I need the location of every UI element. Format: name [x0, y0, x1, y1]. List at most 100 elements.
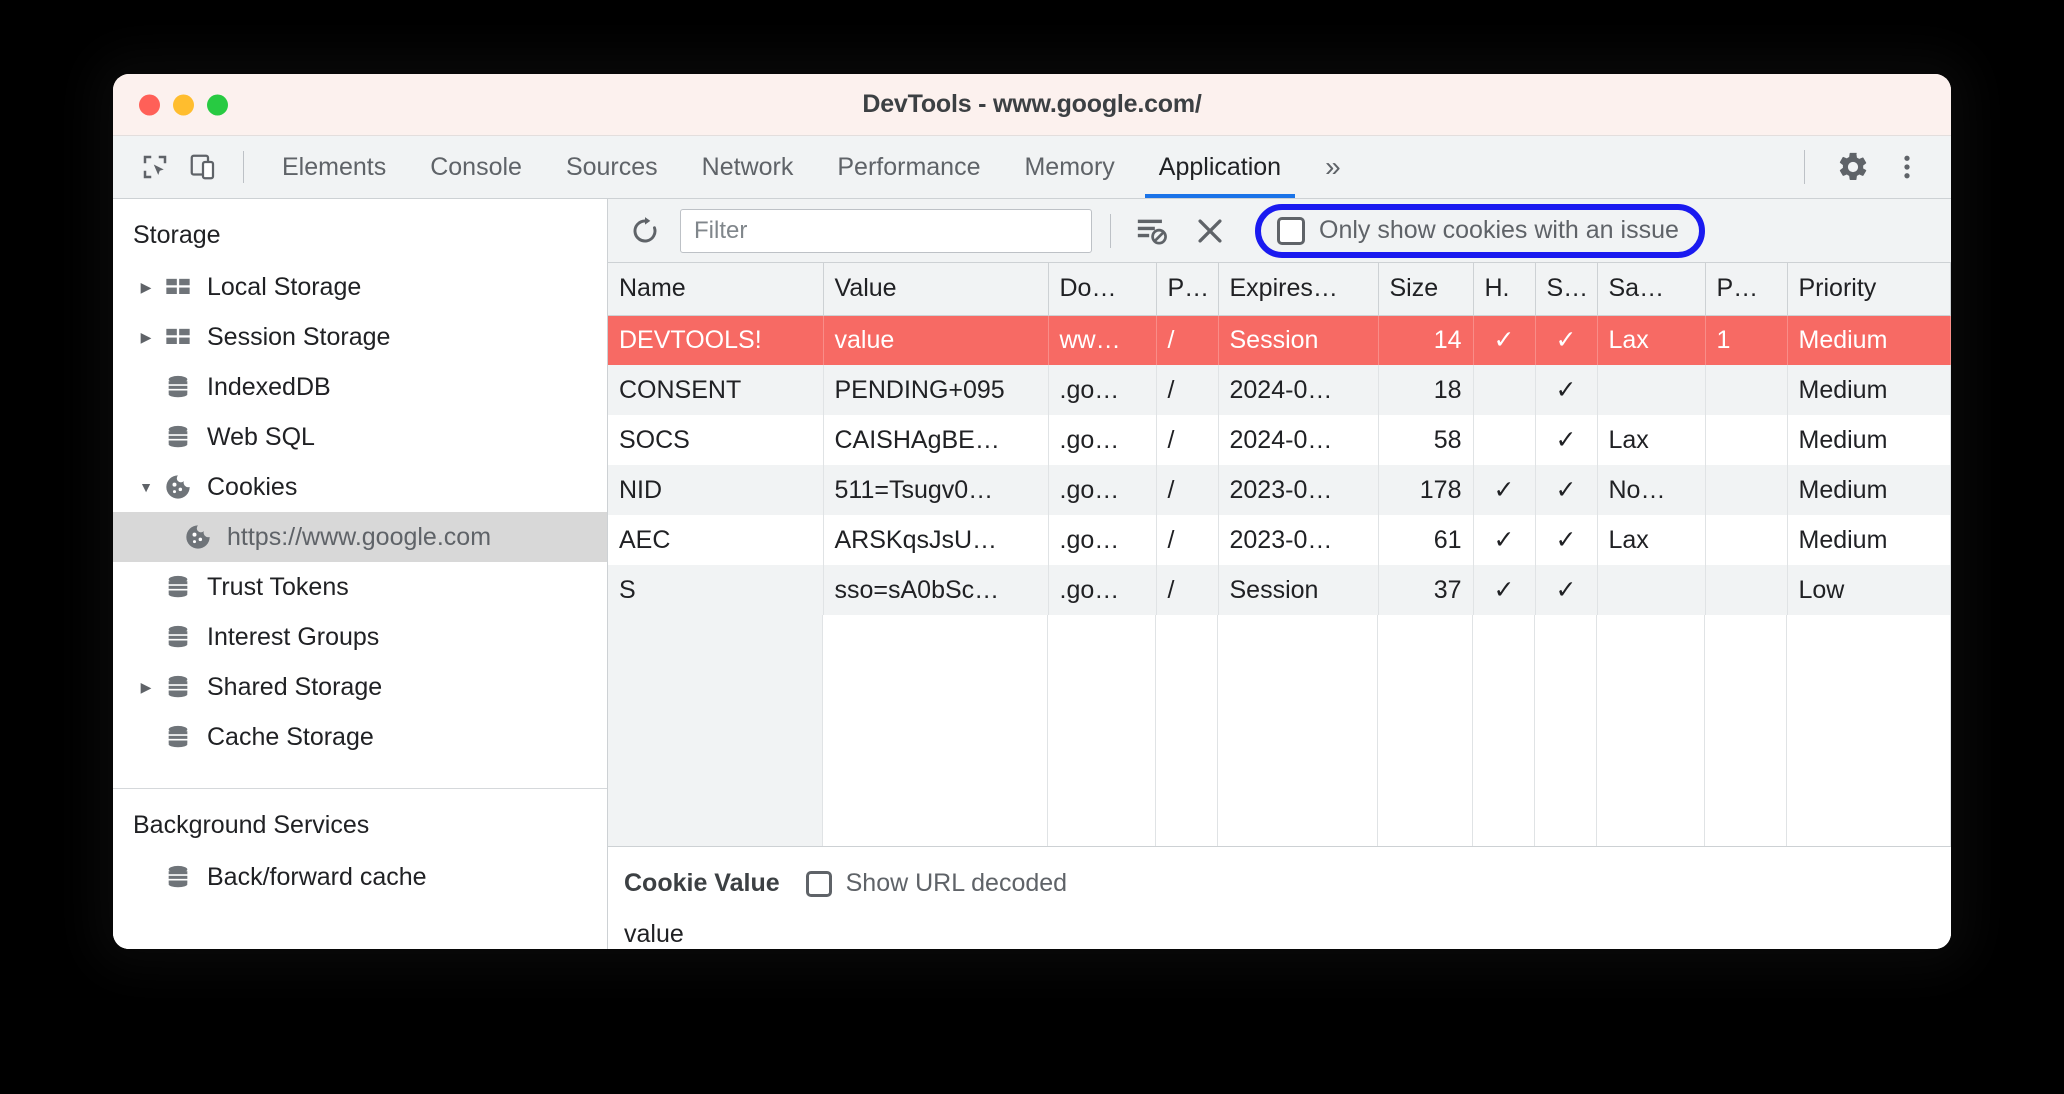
- cell-domain: .go…: [1048, 515, 1157, 565]
- tab-application[interactable]: Application: [1137, 136, 1303, 198]
- table-row[interactable]: SOCS CAISHAgBE… .go… / 2024-0… 58 ✓ Lax: [608, 415, 1951, 465]
- cell-samesite: No…: [1597, 465, 1706, 515]
- inspect-element-button[interactable]: [131, 145, 179, 189]
- cell-name: AEC: [608, 515, 824, 565]
- tab-sources[interactable]: Sources: [544, 136, 680, 198]
- sidebar-item-local-storage[interactable]: ▶ Local Storage: [113, 262, 607, 312]
- gear-icon: [1839, 152, 1867, 181]
- sidebar-item-trust-tokens[interactable]: Trust Tokens: [113, 562, 607, 612]
- table-row[interactable]: CONSENT PENDING+095 .go… / 2024-0… 18 ✓: [608, 365, 1951, 415]
- cell-partitionkey: 1: [1705, 315, 1788, 365]
- close-window-button[interactable]: [139, 94, 160, 115]
- table-header-row: Name Value Do… P… Expires… Size H. S… Sa…: [608, 263, 1951, 316]
- table-row[interactable]: AEC ARSKqsJsU… .go… / 2023-0… 61 ✓ ✓ Lax: [608, 515, 1951, 565]
- chevron-down-icon[interactable]: ▼: [133, 479, 159, 495]
- show-url-decoded-checkbox[interactable]: [805, 870, 832, 897]
- sidebar-item-label: IndexedDB: [207, 372, 331, 401]
- filter-input[interactable]: [680, 208, 1092, 253]
- col-header-httponly[interactable]: H.: [1473, 263, 1536, 316]
- tab-network[interactable]: Network: [680, 136, 816, 198]
- cell-httponly: [1473, 365, 1536, 415]
- cell-expires: 2023-0…: [1218, 515, 1379, 565]
- chevron-right-icon[interactable]: ▶: [133, 329, 159, 346]
- cell-samesite: Lax: [1597, 415, 1706, 465]
- tabbar-actions: [1798, 145, 1931, 189]
- cell-domain: .go…: [1048, 465, 1157, 515]
- devtools-window: DevTools - www.google.com/ Elements Cons…: [113, 74, 1951, 949]
- more-tabs-chevron-icon[interactable]: »: [1303, 136, 1363, 198]
- cell-partitionkey: [1705, 365, 1788, 415]
- col-header-path[interactable]: P…: [1156, 263, 1219, 316]
- tab-performance[interactable]: Performance: [815, 136, 1002, 198]
- more-options-button[interactable]: [1883, 145, 1931, 189]
- sidebar-item-cookie-origin[interactable]: https://www.google.com: [113, 512, 607, 562]
- col-header-value[interactable]: Value: [823, 263, 1049, 316]
- sidebar-item-shared-storage[interactable]: ▶ Shared Storage: [113, 662, 607, 712]
- sidebar-item-interest-groups[interactable]: Interest Groups: [113, 612, 607, 662]
- cell-size: 37: [1378, 565, 1474, 615]
- refresh-cookies-button[interactable]: [622, 208, 668, 254]
- minimize-window-button[interactable]: [173, 94, 194, 115]
- cookie-icon: [179, 523, 217, 551]
- col-header-secure[interactable]: S…: [1535, 263, 1598, 316]
- settings-button[interactable]: [1829, 145, 1877, 189]
- cookies-datagrid: Name Value Do… P… Expires… Size H. S… Sa…: [608, 263, 1951, 847]
- chevron-right-icon[interactable]: ▶: [133, 279, 159, 296]
- show-url-decoded-control[interactable]: Show URL decoded: [805, 869, 1068, 898]
- sidebar-item-label: Trust Tokens: [207, 572, 349, 601]
- sidebar-item-web-sql[interactable]: Web SQL: [113, 412, 607, 462]
- cell-partitionkey: [1705, 565, 1788, 615]
- application-sidebar: Storage ▶ Local Storage ▶ Session Storag…: [113, 199, 608, 949]
- cell-expires: Session: [1218, 315, 1379, 365]
- col-header-name[interactable]: Name: [608, 263, 824, 316]
- cell-size: 178: [1378, 465, 1474, 515]
- show-url-decoded-label: Show URL decoded: [845, 869, 1068, 897]
- col-header-expires[interactable]: Expires…: [1218, 263, 1379, 316]
- cell-partitionkey: [1705, 515, 1788, 565]
- chevron-right-icon[interactable]: ▶: [133, 679, 159, 696]
- sidebar-item-label: https://www.google.com: [227, 522, 492, 551]
- col-header-size[interactable]: Size: [1378, 263, 1474, 316]
- cookie-icon: [159, 473, 197, 501]
- clear-filtered-cookies-icon: [1137, 219, 1167, 245]
- cookie-value-title: Cookie Value: [624, 869, 780, 897]
- cell-value: ARSKqsJsU…: [823, 515, 1049, 565]
- clear-all-cookies-button[interactable]: [1187, 208, 1233, 254]
- sidebar-item-label: Web SQL: [207, 422, 315, 451]
- cell-secure: ✓: [1535, 515, 1598, 565]
- col-header-partitionkey[interactable]: P…: [1705, 263, 1788, 316]
- table-icon: [159, 323, 197, 351]
- tabbar-divider: [243, 151, 244, 183]
- cell-priority: Medium: [1787, 515, 1951, 565]
- tabbar-right-divider: [1804, 150, 1805, 184]
- tab-console[interactable]: Console: [408, 136, 544, 198]
- cell-secure: ✓: [1535, 465, 1598, 515]
- toggle-device-toolbar-button[interactable]: [179, 145, 227, 189]
- sidebar-section-storage: Storage ▶ Local Storage ▶ Session Storag…: [113, 199, 607, 778]
- table-row[interactable]: DEVTOOLS! value ww… / Session 14 ✓ ✓ Lax…: [608, 315, 1951, 365]
- clear-filtered-cookies-button[interactable]: [1129, 208, 1175, 254]
- cell-size: 61: [1378, 515, 1474, 565]
- sidebar-item-back-forward-cache[interactable]: Back/forward cache: [113, 852, 607, 902]
- only-show-cookies-with-issue-checkbox[interactable]: [1277, 216, 1305, 245]
- tab-memory[interactable]: Memory: [1002, 136, 1136, 198]
- col-header-priority[interactable]: Priority: [1787, 263, 1951, 316]
- sidebar-item-session-storage[interactable]: ▶ Session Storage: [113, 312, 607, 362]
- sidebar-item-cache-storage[interactable]: Cache Storage: [113, 712, 607, 762]
- col-header-samesite[interactable]: Sa…: [1597, 263, 1706, 316]
- sidebar-item-indexeddb[interactable]: IndexedDB: [113, 362, 607, 412]
- cell-httponly: [1473, 415, 1536, 465]
- devtools-tabbar: Elements Console Sources Network Perform…: [113, 136, 1951, 199]
- zoom-window-button[interactable]: [207, 94, 228, 115]
- only-show-cookies-with-issue-control[interactable]: Only show cookies with an issue: [1255, 203, 1705, 258]
- cell-name: SOCS: [608, 415, 824, 465]
- col-header-domain[interactable]: Do…: [1048, 263, 1157, 316]
- sidebar-item-label: Session Storage: [207, 322, 391, 351]
- traffic-light-buttons: [139, 94, 228, 115]
- cell-partitionkey: [1705, 415, 1788, 465]
- tab-elements[interactable]: Elements: [260, 136, 408, 198]
- sidebar-item-cookies[interactable]: ▼ Cookies: [113, 462, 607, 512]
- table-row[interactable]: NID 511=Tsugv0… .go… / 2023-0… 178 ✓ ✓ N…: [608, 465, 1951, 515]
- toolbar-divider: [1110, 213, 1111, 248]
- table-row[interactable]: S sso=sA0bSc… .go… / Session 37 ✓ ✓ Low: [608, 565, 1951, 615]
